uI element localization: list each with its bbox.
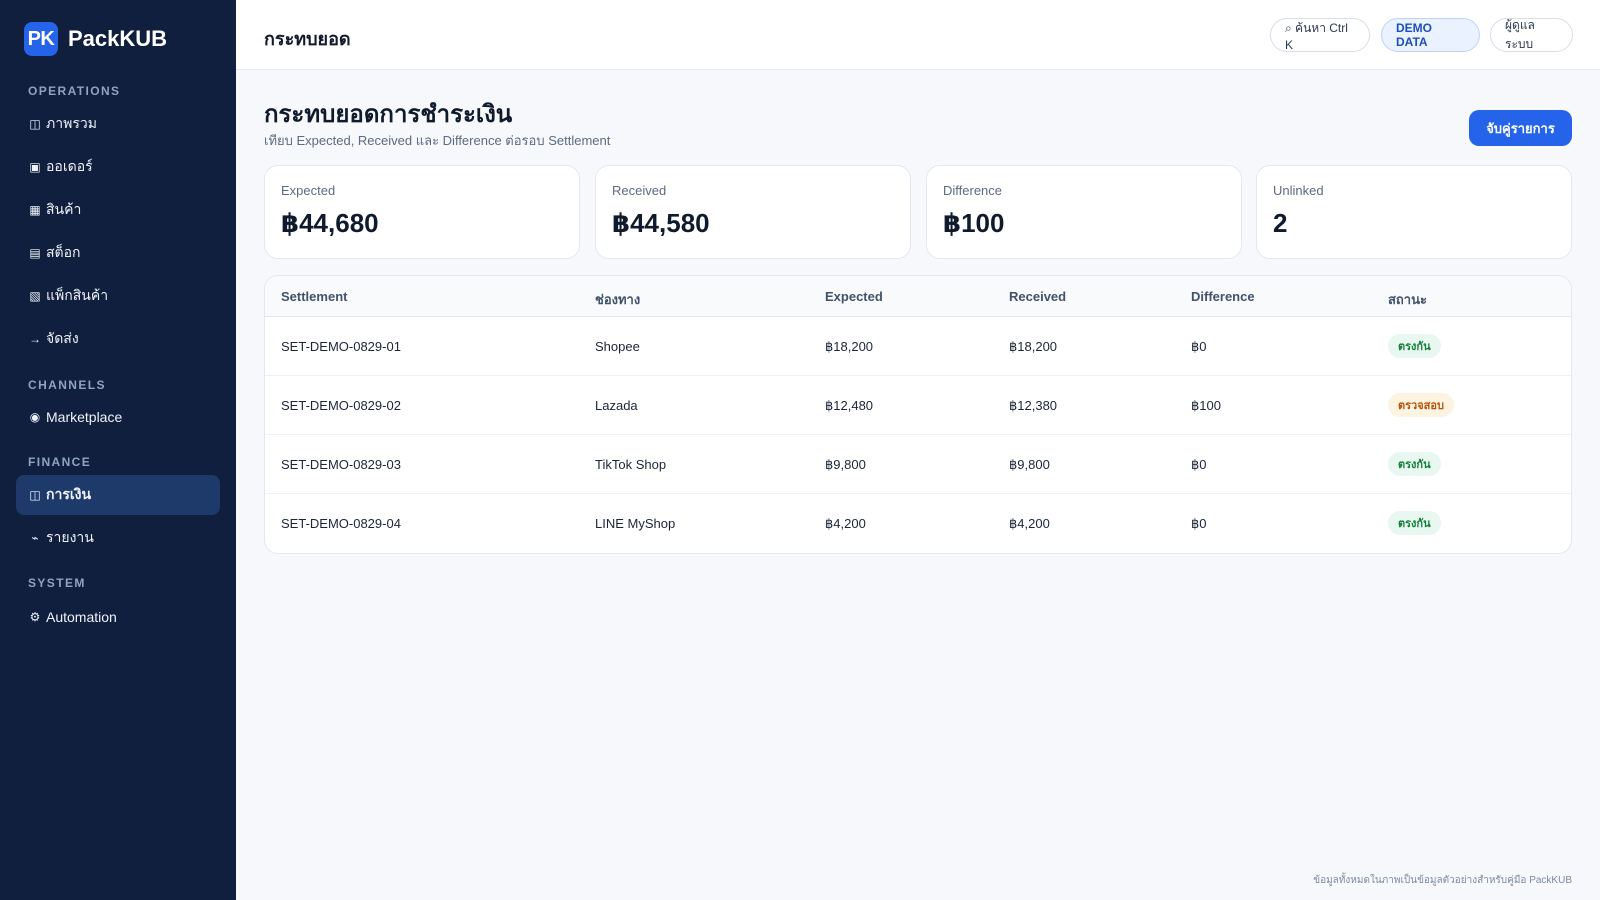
expected-amount: ฿9,800 xyxy=(825,457,866,472)
sidebar-item-marketplace[interactable]: ◉ Marketplace xyxy=(16,397,220,437)
table-row[interactable]: SET-DEMO-0829-01 Shopee ฿18,200 ฿18,200 … xyxy=(265,317,1571,376)
sidebar-item-finance[interactable]: ◫ การเงิน xyxy=(16,475,220,515)
difference-amount: ฿100 xyxy=(1191,398,1221,413)
difference-amount: ฿0 xyxy=(1191,339,1207,354)
kpi-value: 2 xyxy=(1273,208,1288,238)
sidebar-item-label: สินค้า xyxy=(46,201,82,217)
topbar-title: กระทบยอด xyxy=(264,29,351,49)
kpi-card-unlinked: Unlinked 2 xyxy=(1256,165,1572,259)
footer-note: ข้อมูลทั้งหมดในภาพเป็นข้อมูลตัวอย่างสำหร… xyxy=(1313,875,1572,886)
demo-data-badge[interactable]: DEMO DATA xyxy=(1381,18,1480,52)
kpi-value: ฿44,680 xyxy=(281,208,379,238)
kpi-label: Difference xyxy=(943,183,1003,198)
sidebar-item-label: Marketplace xyxy=(46,409,123,425)
kpi-card-expected: Expected ฿44,680 xyxy=(264,165,580,259)
kpi-value: ฿44,580 xyxy=(612,208,710,238)
dashboard-icon: ◫ xyxy=(29,117,41,131)
brand-name: PackKUB xyxy=(68,26,168,51)
brand[interactable]: PK PackKUB xyxy=(24,22,167,56)
settlement-id: SET-DEMO-0829-04 xyxy=(281,516,401,531)
settlement-id: SET-DEMO-0829-03 xyxy=(281,457,401,472)
channel-name: Shopee xyxy=(595,339,640,354)
expected-amount: ฿12,480 xyxy=(825,398,874,413)
table-row[interactable]: SET-DEMO-0829-04 LINE MyShop ฿4,200 ฿4,2… xyxy=(265,494,1571,553)
packing-icon: ▧ xyxy=(29,289,41,303)
settlement-id: SET-DEMO-0829-01 xyxy=(281,339,401,354)
settlement-table: Settlement ช่องทาง Expected Received Dif… xyxy=(264,275,1572,554)
page-title: กระทบยอดการชำระเงิน xyxy=(264,101,513,128)
channel-name: TikTok Shop xyxy=(595,457,667,472)
sidebar: PK PackKUB OPERATIONS ◫ ภาพรวม ▣ ออเดอร์… xyxy=(0,0,236,900)
column-header-channel[interactable]: ช่องทาง xyxy=(595,289,640,310)
table-row[interactable]: SET-DEMO-0829-03 TikTok Shop ฿9,800 ฿9,8… xyxy=(265,435,1571,494)
user-menu-button[interactable]: ผู้ดูแลระบบ xyxy=(1490,18,1573,52)
sidebar-item-stock[interactable]: ▤ สต็อก xyxy=(16,233,220,273)
sidebar-item-orders[interactable]: ▣ ออเดอร์ xyxy=(16,147,220,187)
table-header: Settlement ช่องทาง Expected Received Dif… xyxy=(265,276,1571,317)
sidebar-item-label: ออเดอร์ xyxy=(46,158,93,174)
status-badge: ตรงกัน xyxy=(1388,511,1441,535)
topbar: กระทบยอด ⌕ ค้นหา Ctrl K DEMO DATA ผู้ดูแ… xyxy=(236,0,1600,70)
kpi-label: Unlinked xyxy=(1273,183,1324,198)
sidebar-item-label: การเงิน xyxy=(46,486,92,502)
received-amount: ฿18,200 xyxy=(1009,339,1058,354)
arrow-right-icon: → xyxy=(29,332,41,346)
sidebar-item-products[interactable]: ▦ สินค้า xyxy=(16,190,220,230)
gear-icon: ⚙ xyxy=(29,610,41,624)
channel-name: LINE MyShop xyxy=(595,516,676,531)
nav-section-operations: OPERATIONS xyxy=(28,84,121,98)
page-subtitle: เทียบ Expected, Received และ Difference … xyxy=(264,133,611,148)
kpi-card-received: Received ฿44,580 xyxy=(595,165,911,259)
sidebar-item-label: สต็อก xyxy=(46,244,81,260)
difference-amount: ฿0 xyxy=(1191,457,1207,472)
column-header-settlement[interactable]: Settlement xyxy=(281,289,347,304)
kpi-card-difference: Difference ฿100 xyxy=(926,165,1242,259)
sidebar-item-label: ภาพรวม xyxy=(46,115,97,131)
finance-icon: ◫ xyxy=(29,488,41,502)
received-amount: ฿9,800 xyxy=(1009,457,1050,472)
search-button[interactable]: ⌕ ค้นหา Ctrl K xyxy=(1270,18,1370,52)
difference-amount: ฿0 xyxy=(1191,516,1207,531)
sidebar-item-overview[interactable]: ◫ ภาพรวม xyxy=(16,104,220,144)
sidebar-item-label: Automation xyxy=(46,609,117,625)
channel-name: Lazada xyxy=(595,398,638,413)
settlement-id: SET-DEMO-0829-02 xyxy=(281,398,401,413)
nav-section-system: SYSTEM xyxy=(28,576,86,590)
nav-section-channels: CHANNELS xyxy=(28,378,106,392)
sidebar-item-packing[interactable]: ▧ แพ็กสินค้า xyxy=(16,276,220,316)
column-header-status[interactable]: สถานะ xyxy=(1388,289,1427,310)
brand-logo-icon: PK xyxy=(24,22,58,56)
table-row[interactable]: SET-DEMO-0829-02 Lazada ฿12,480 ฿12,380 … xyxy=(265,376,1571,435)
kpi-value: ฿100 xyxy=(943,208,1005,238)
sidebar-item-label: จัดส่ง xyxy=(46,330,79,346)
sidebar-item-shipping[interactable]: → จัดส่ง xyxy=(16,319,220,359)
status-badge: ตรงกัน xyxy=(1388,334,1441,358)
status-badge: ตรวจสอบ xyxy=(1388,393,1454,417)
stock-icon: ▤ xyxy=(29,246,41,260)
sidebar-item-label: แพ็กสินค้า xyxy=(46,287,109,303)
match-items-button[interactable]: จับคู่รายการ xyxy=(1469,110,1572,146)
products-icon: ▦ xyxy=(29,203,41,217)
status-badge: ตรงกัน xyxy=(1388,452,1441,476)
column-header-received[interactable]: Received xyxy=(1009,289,1066,304)
expected-amount: ฿18,200 xyxy=(825,339,874,354)
orders-icon: ▣ xyxy=(29,160,41,174)
received-amount: ฿12,380 xyxy=(1009,398,1058,413)
column-header-expected[interactable]: Expected xyxy=(825,289,883,304)
reports-icon: ⌁ xyxy=(31,531,39,545)
expected-amount: ฿4,200 xyxy=(825,516,866,531)
column-header-difference[interactable]: Difference xyxy=(1191,289,1255,304)
sidebar-item-label: รายงาน xyxy=(46,529,94,545)
nav-section-finance: FINANCE xyxy=(28,455,92,469)
sidebar-item-automation[interactable]: ⚙ Automation xyxy=(16,597,220,637)
kpi-label: Expected xyxy=(281,183,336,198)
received-amount: ฿4,200 xyxy=(1009,516,1050,531)
marketplace-icon: ◉ xyxy=(29,410,41,424)
sidebar-item-reports[interactable]: ⌁ รายงาน xyxy=(16,518,220,558)
kpi-label: Received xyxy=(612,183,667,198)
